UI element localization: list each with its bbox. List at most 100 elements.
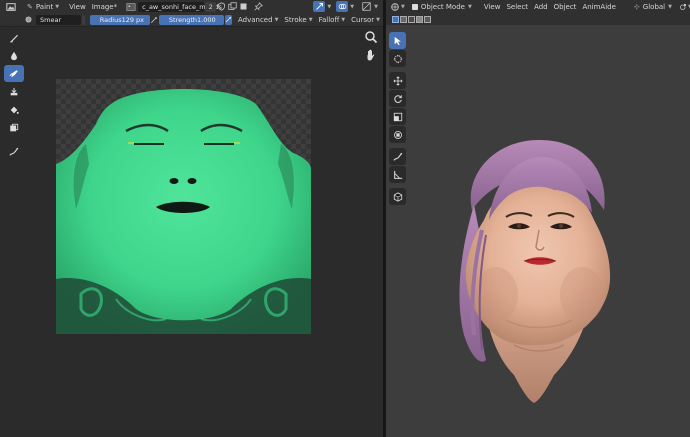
draw-brush-icon: [10, 34, 18, 42]
brush-name-field[interactable]: Smear: [36, 14, 81, 25]
chevron-down-icon: ▼: [308, 16, 313, 23]
chevron-down-icon[interactable]: ▼: [401, 4, 405, 10]
stroke-label: Stroke: [284, 15, 307, 24]
mask-icon: [10, 123, 19, 131]
radius-value: 129 px: [121, 15, 145, 24]
chevron-down-icon: ▼: [341, 16, 346, 23]
chevron-down-icon: ▼: [274, 16, 279, 23]
chevron-down-icon[interactable]: ▼: [327, 4, 331, 10]
soften-icon: [11, 51, 17, 60]
stroke-dropdown[interactable]: Stroke ▼: [281, 14, 315, 25]
menu-add[interactable]: Add: [531, 1, 551, 12]
rotate-tool[interactable]: [389, 90, 406, 107]
measure-tool[interactable]: [389, 166, 406, 183]
object-mode-label: Object Mode: [420, 2, 465, 11]
clone-tool[interactable]: [4, 83, 24, 100]
object-mode-dropdown[interactable]: Object Mode ▼: [409, 1, 475, 12]
scale-icon: [393, 112, 402, 121]
menu-view[interactable]: View: [66, 1, 89, 12]
falloff-dropdown[interactable]: Falloff ▼: [316, 14, 349, 25]
selection-mode-bar: [386, 13, 690, 25]
transform-icon: [393, 130, 402, 139]
3d-viewport: ▼ Object Mode ▼ View Select Add Object A…: [386, 0, 690, 437]
character-head-model[interactable]: [444, 135, 624, 405]
duplicate-image-icon[interactable]: [227, 1, 238, 12]
falloff-label: Falloff: [318, 15, 340, 24]
select-mode-new-icon[interactable]: [392, 15, 399, 23]
image-paint-toolbar: [4, 29, 24, 160]
image-icon: [126, 2, 136, 11]
orientation-label: Global: [642, 2, 666, 11]
select-mode-subtract-icon[interactable]: [408, 15, 415, 23]
transform-tool[interactable]: [389, 126, 406, 143]
transform-orientation-dropdown[interactable]: ⊹ Global ▼: [631, 1, 675, 12]
annotate-tool[interactable]: [4, 143, 24, 160]
fill-icon: [10, 106, 19, 114]
new-image-icon[interactable]: [238, 1, 249, 12]
fill-tool[interactable]: [4, 101, 24, 118]
draw-tool[interactable]: [4, 29, 24, 46]
menu-select[interactable]: Select: [503, 1, 531, 12]
face-texture-image: [56, 79, 311, 334]
image-users-count[interactable]: 2: [205, 1, 217, 12]
annotate-icon: [9, 147, 19, 156]
overlays-icon[interactable]: [336, 1, 349, 12]
menu-image[interactable]: Image*: [89, 1, 120, 12]
select-box-tool[interactable]: [389, 32, 406, 49]
viewport-header: ▼ Object Mode ▼ View Select Add Object A…: [386, 0, 690, 13]
zoom-icon[interactable]: [364, 30, 378, 44]
toggle-gizmos-icon[interactable]: [313, 1, 326, 12]
select-mode-extend-icon[interactable]: [400, 15, 407, 23]
strength-slider[interactable]: Strength 1.000: [158, 14, 224, 25]
paint-mode-dropdown[interactable]: ✎ Paint ▼: [24, 1, 62, 12]
chevron-down-icon: ▼: [55, 3, 60, 10]
select-mode-invert-icon[interactable]: [416, 15, 423, 23]
navigation-gizmos: [364, 30, 378, 62]
chevron-down-icon[interactable]: ▼: [374, 4, 378, 10]
strength-pressure-icon[interactable]: [224, 14, 232, 25]
chevron-down-icon: ▼: [467, 3, 472, 10]
advanced-dropdown[interactable]: Advanced ▼: [235, 14, 281, 25]
editor-type-icon[interactable]: [4, 1, 18, 12]
smear-tool[interactable]: [4, 65, 24, 82]
move-tool[interactable]: [389, 72, 406, 89]
move-icon: [393, 76, 402, 85]
paint-brush-mode-icon: ✎: [27, 2, 33, 11]
rotate-icon: [393, 94, 402, 103]
brush-fake-user-button[interactable]: [81, 14, 85, 25]
select-mode-intersect-icon[interactable]: [424, 15, 431, 23]
image-editor-header: ✎ Paint ▼ View Image* c_aw_sonhi_face_mt…: [0, 0, 383, 13]
brush-preview-icon[interactable]: [24, 14, 33, 25]
select-box-icon: [394, 36, 401, 45]
cursor-dropdown[interactable]: Cursor ▼: [348, 14, 383, 25]
menu-view[interactable]: View: [481, 1, 504, 12]
cursor-icon: [393, 54, 402, 63]
head-mesh-render: [459, 140, 611, 403]
clone-icon: [10, 87, 18, 95]
mask-tool[interactable]: [4, 119, 24, 136]
radius-slider[interactable]: Radius 129 px: [89, 14, 150, 25]
menu-object[interactable]: Object: [551, 1, 580, 12]
display-channels-icon[interactable]: [360, 1, 372, 12]
annotate-tool[interactable]: [389, 148, 406, 165]
fake-user-shield-icon[interactable]: [216, 1, 227, 12]
chevron-down-icon: ▼: [376, 16, 380, 23]
scale-tool[interactable]: [389, 108, 406, 125]
pan-hand-icon[interactable]: [364, 48, 378, 62]
pin-icon[interactable]: [253, 1, 264, 12]
soften-tool[interactable]: [4, 47, 24, 64]
image-editor: ✎ Paint ▼ View Image* c_aw_sonhi_face_mt…: [0, 0, 383, 437]
image-name-field[interactable]: c_aw_sonhi_face_mt.dds: [138, 1, 222, 12]
editor-type-icon[interactable]: [390, 1, 400, 12]
image-browse-button[interactable]: [124, 1, 138, 12]
texture-image-canvas[interactable]: [56, 79, 311, 334]
radius-pressure-icon[interactable]: [150, 14, 158, 25]
menu-animaide[interactable]: AnimAide: [579, 1, 618, 12]
add-cube-tool[interactable]: [389, 188, 406, 205]
orientation-axes-icon: ⊹: [633, 2, 640, 11]
pivot-point-icon[interactable]: [679, 1, 688, 12]
strength-value: 1.000: [197, 15, 216, 24]
cursor-tool[interactable]: [389, 50, 406, 67]
cursor-label: Cursor: [351, 15, 375, 24]
chevron-down-icon[interactable]: ▼: [350, 4, 354, 10]
